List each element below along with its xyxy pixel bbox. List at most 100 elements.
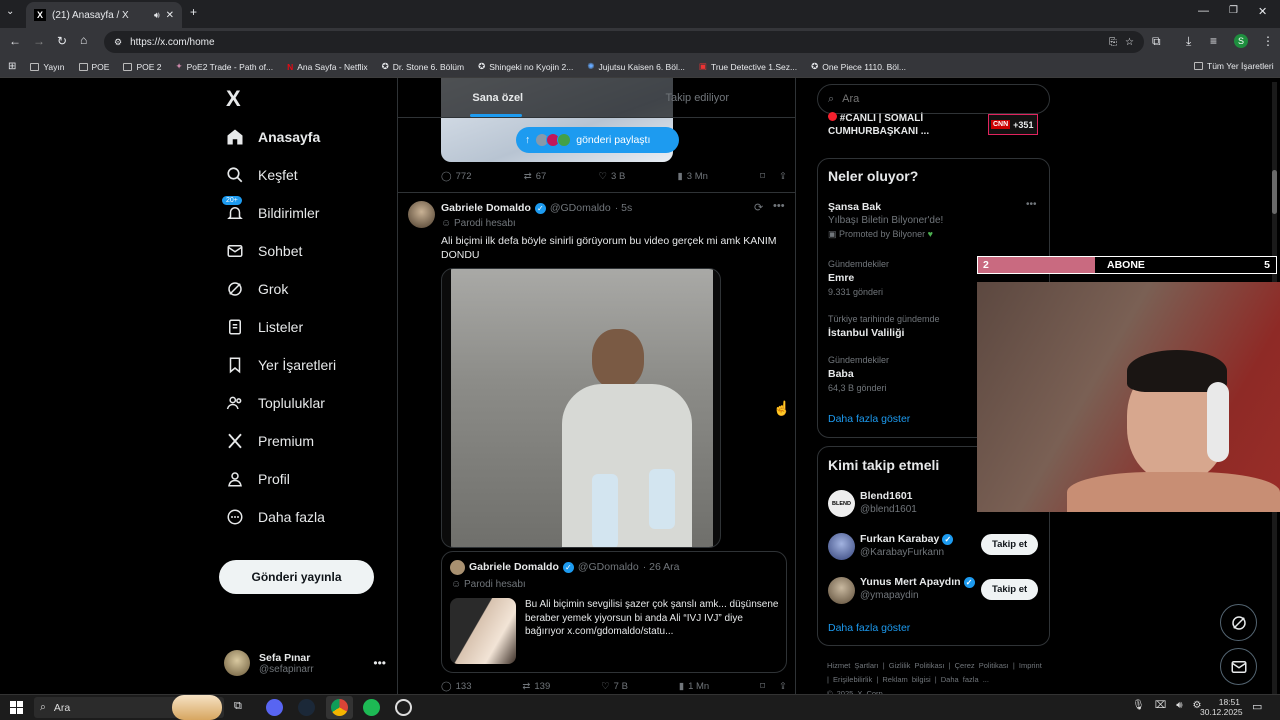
footer-link[interactable]: Erişilebilirlik [833,675,872,684]
bookmark-item[interactable]: ✪ One Piece 1110. Böl... [811,61,906,72]
download-icon[interactable]: ⤓ [1186,34,1191,49]
back-button[interactable]: ← [9,34,21,48]
nav-communities[interactable]: Topluluklar [226,384,386,422]
grok-icon[interactable]: ⟳ [754,201,763,214]
footer-link[interactable]: Daha fazla ... [941,675,989,684]
search-input[interactable] [842,93,1023,105]
messages-float-button[interactable] [1220,648,1257,685]
tab-following[interactable]: Takip ediliyor [598,78,796,117]
more-icon[interactable]: ••• [1026,199,1037,210]
new-posts-pill[interactable]: ↑ gönderi paylaştı [516,127,679,153]
bookmark-item[interactable]: N Ana Sayfa - Netflix [287,62,368,72]
media-icon[interactable]: ≡ [1210,34,1217,48]
trend-item[interactable]: Türkiye tarihinde gündemde İstanbul Vali… [828,314,940,339]
bookmark-item[interactable]: POE [78,62,109,72]
follow-button[interactable]: Takip et [981,534,1039,555]
live-thumbnail[interactable]: CNN +351 [988,114,1038,135]
spotify-icon[interactable] [363,699,380,716]
grok-float-button[interactable] [1220,604,1257,641]
bookmark-item[interactable]: Yayın [30,62,65,72]
obs-icon[interactable] [395,699,412,716]
account-switcher[interactable]: Sefa Pınar @sefapinarr ••• [224,646,386,680]
footer-link[interactable]: Hizmet Şartları [827,661,879,670]
repost-button[interactable]: ⇄ 67 [524,171,547,182]
notification-center-icon[interactable]: ▭ [1252,700,1262,713]
follow-suggestion[interactable]: Furkan Karabay ✓ @KarabayFurkann Takip et [828,532,1043,564]
extensions-icon[interactable]: ⧉ [1152,34,1161,49]
address-bar[interactable]: ⚙ https://x.com/home ⎘ ☆ [104,31,1144,53]
install-icon[interactable]: ⎘ [1109,37,1117,48]
new-tab-button[interactable]: + [190,5,197,19]
forward-button[interactable]: → [33,34,45,48]
mic-icon[interactable]: 🎙︎ [1132,700,1145,711]
discord-icon[interactable] [266,699,283,716]
post-button[interactable]: Gönderi yayınla [219,560,374,594]
bookmark-icon[interactable]: ⌑ [760,171,765,182]
footer-link[interactable]: Reklam bilgisi [882,675,930,684]
show-more-link[interactable]: Daha fazla göster [828,622,910,634]
clock[interactable]: 18:51 30.12.2025 [1200,697,1243,717]
bookmark-item[interactable]: ✺ Jujutsu Kaisen 6. Böl... [587,61,685,72]
footer-link[interactable]: Imprint [1019,661,1042,670]
show-more-link[interactable]: Daha fazla göster [828,413,910,425]
promo-trend[interactable]: Şansa Bak Yılbaşı Biletin Bilyoner'de! ▣… [828,201,1040,240]
like-button[interactable]: ♡ 7 B [601,681,628,692]
x-logo[interactable]: X [226,86,241,112]
nav-premium[interactable]: Premium [226,422,386,460]
reply-button[interactable]: ◯ 133 [441,681,472,692]
post-video[interactable] [441,268,721,548]
bookmark-icon[interactable]: ⌑ [760,681,765,692]
bookmark-item[interactable]: ✪ Dr. Stone 6. Bölüm [382,61,464,72]
window-close-button[interactable]: ✕ [1258,5,1267,18]
bookmark-star-icon[interactable]: ☆ [1125,37,1134,48]
views-button[interactable]: ▮ 3 Mn [678,171,708,182]
footer-link[interactable]: Çerez Politikası [955,661,1009,670]
nav-home[interactable]: Anasayfa [226,118,386,156]
site-info-icon[interactable]: ⚙ [114,37,122,48]
tab-close-icon[interactable]: ✕ [166,10,174,21]
reload-button[interactable]: ↻ [57,34,67,48]
all-bookmarks[interactable]: Tüm Yer İşaretleri [1194,61,1274,71]
nav-bookmarks[interactable]: Yer İşaretleri [226,346,386,384]
nav-profile[interactable]: Profil [226,460,386,498]
more-icon[interactable]: ••• [773,200,785,212]
nav-explore[interactable]: Keşfet [226,156,386,194]
speaker-icon[interactable]: 🔊︎ [154,10,160,21]
repost-button[interactable]: ⇄ 139 [522,681,550,692]
reply-button[interactable]: ◯ 772 [441,171,472,182]
apps-icon[interactable]: ⊞ [8,61,16,72]
share-icon[interactable]: ⇪ [779,171,787,182]
scrollbar-thumb[interactable] [1272,170,1277,214]
nav-grok[interactable]: Grok [226,270,386,308]
windows-start-icon[interactable] [10,701,23,714]
restore-button[interactable]: ❐ [1229,5,1238,16]
tab-search-icon[interactable]: ⌄ [6,6,14,17]
bookmark-item[interactable]: ✦ PoE2 Trade - Path of... [176,61,274,72]
follow-suggestion[interactable]: Yunus Mert Apaydın ✓ @ymapaydin Takip et [828,575,1043,607]
nav-chat[interactable]: Sohbet [226,232,386,270]
nav-lists[interactable]: Listeler [226,308,386,346]
author-name[interactable]: Gabriele Domaldo [441,202,531,214]
menu-icon[interactable]: ⋮ [1262,34,1274,48]
minimize-button[interactable]: — [1198,5,1209,17]
post-time[interactable]: · 5s [615,202,633,214]
author-handle[interactable]: @GDomaldo [550,202,611,214]
nav-notifications[interactable]: 20+ Bildirimler [222,194,386,232]
browser-tab[interactable]: X (21) Anasayfa / X 🔊︎ ✕ [26,2,182,28]
avatar[interactable] [408,201,435,228]
trend-item[interactable]: Gündemdekiler Baba 64,3 B gönderi [828,355,889,393]
bookmark-item[interactable]: ▣ True Detective 1.Sez... [699,61,797,72]
tab-for-you[interactable]: Sana özel [398,78,598,117]
quoted-post[interactable]: Gabriele Domaldo ✓ @GDomaldo · 26 Ara ☺ … [441,551,787,673]
volume-icon[interactable]: 🔊︎ [1176,700,1182,711]
task-view-icon[interactable]: ⧉ [234,700,242,713]
taskbar-active-app[interactable] [326,696,353,719]
live-banner[interactable]: #CANLI | SOMALİ CUMHURBAŞKANI ... [828,112,998,138]
like-button[interactable]: ♡ 3 B [599,171,626,182]
home-button[interactable]: ⌂ [80,33,87,47]
follow-button[interactable]: Takip et [981,579,1039,600]
steam-icon[interactable] [298,699,315,716]
nav-more[interactable]: Daha fazla [226,498,386,536]
share-icon[interactable]: ⇪ [779,681,787,692]
views-button[interactable]: ▮ 1 Mn [679,681,709,692]
